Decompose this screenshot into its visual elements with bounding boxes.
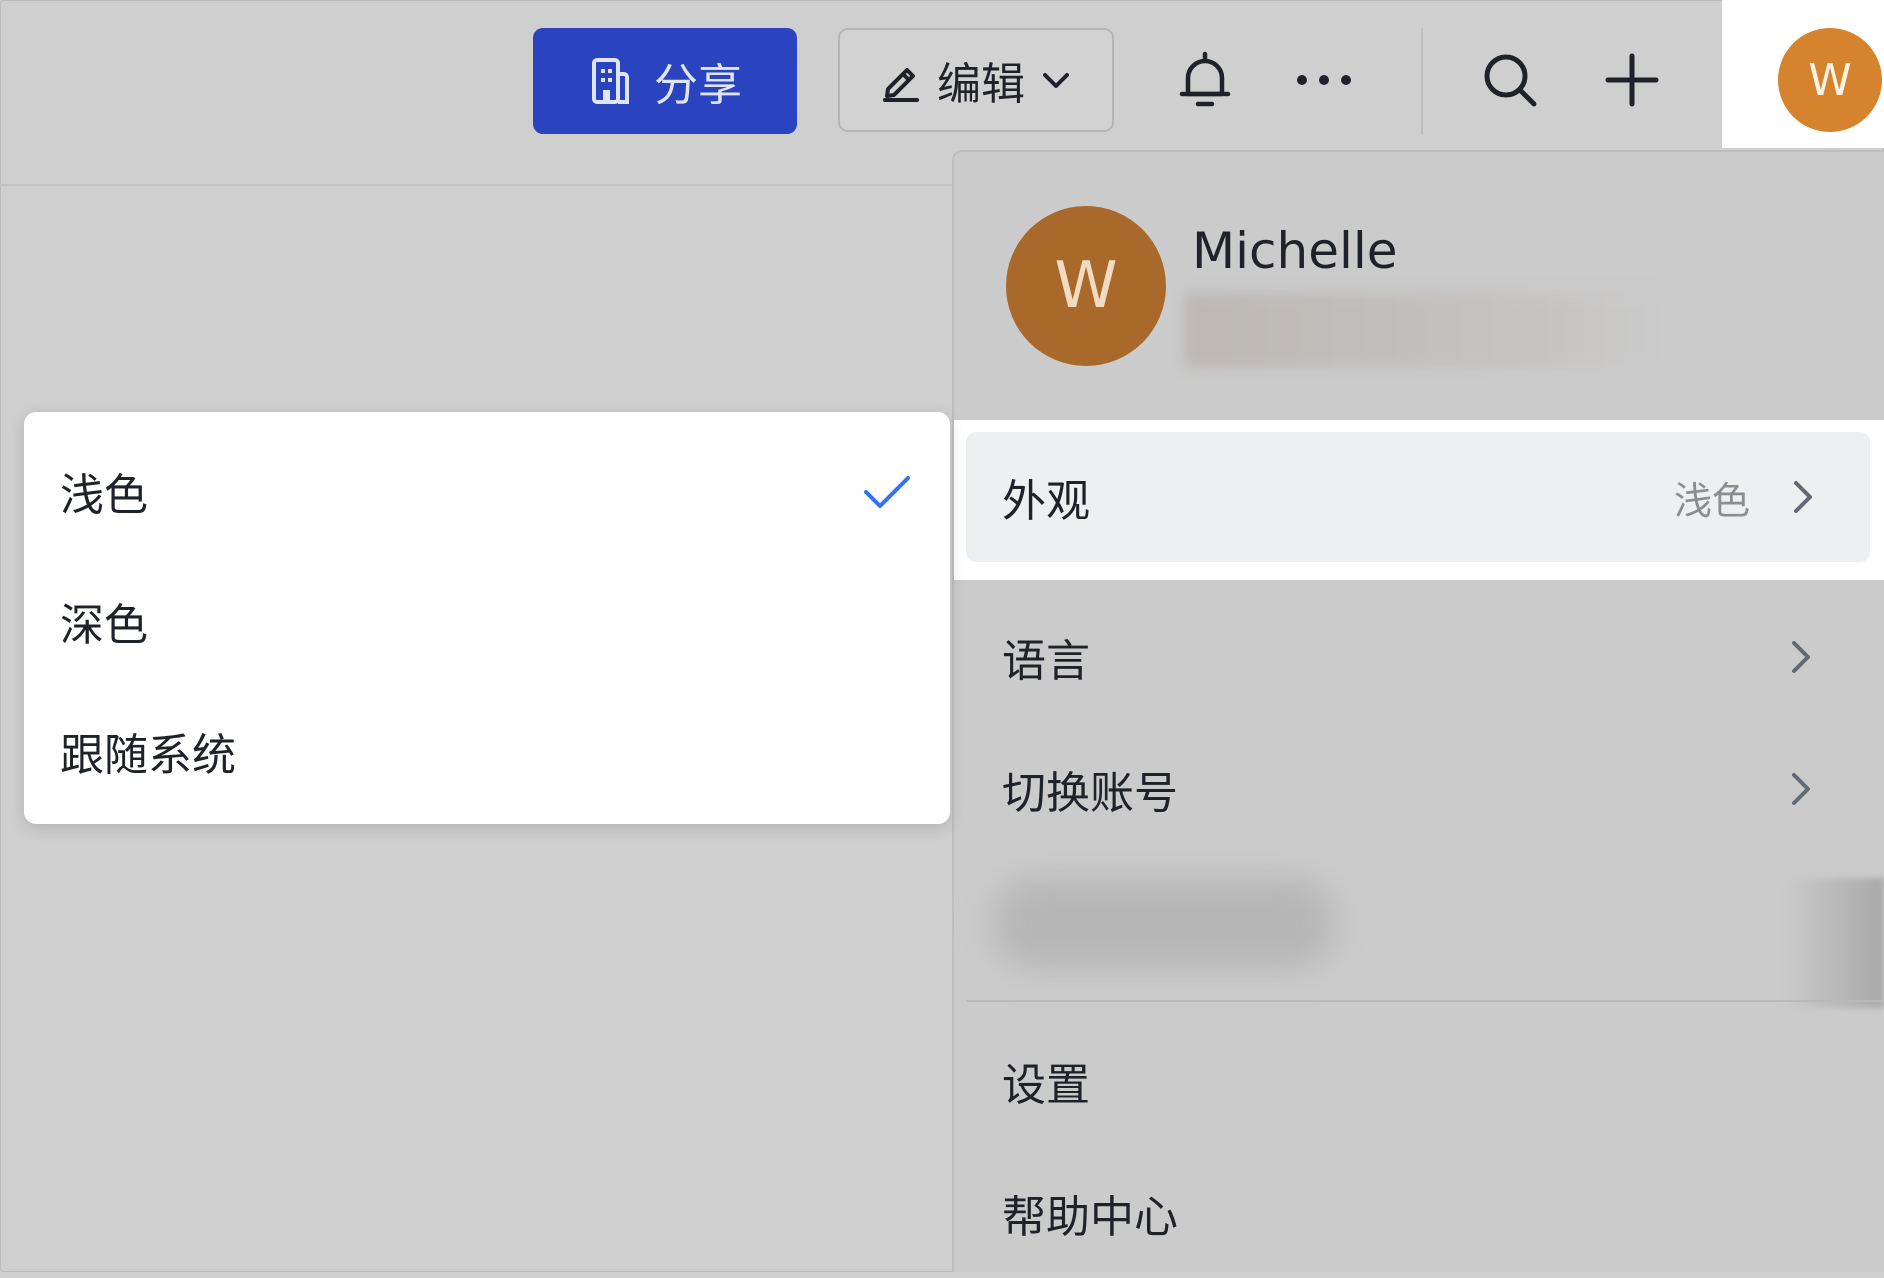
menu-item-settings[interactable]: 设置 — [954, 1016, 1884, 1146]
menu-item-help-center[interactable]: 帮助中心 — [954, 1148, 1884, 1278]
theme-option-label: 跟随系统 — [60, 730, 236, 781]
theme-option-light[interactable]: 浅色 — [60, 446, 910, 536]
user-menu-panel: W Michelle 外观 浅色 语言 切换账号 设置 帮助中心 — [952, 150, 1884, 1272]
share-button-label: 分享 — [654, 60, 742, 111]
menu-item-label: 设置 — [1002, 1060, 1090, 1111]
share-button[interactable]: 分享 — [533, 28, 797, 134]
check-icon — [864, 476, 910, 508]
theme-option-label: 深色 — [60, 600, 148, 651]
search-button[interactable] — [1470, 40, 1550, 120]
pencil-icon — [883, 68, 919, 102]
notification-button[interactable] — [1165, 40, 1245, 120]
more-button[interactable] — [1284, 40, 1364, 120]
chevron-down-icon — [1043, 73, 1069, 88]
search-icon — [1484, 54, 1537, 107]
avatar[interactable]: W — [1778, 28, 1882, 132]
profile-avatar: W — [1006, 206, 1166, 366]
menu-item-value: 浅色 — [1673, 478, 1750, 523]
toolbar-separator — [1421, 28, 1423, 134]
theme-option-label: 浅色 — [60, 470, 148, 521]
more-icon — [1297, 75, 1351, 85]
edit-button-label: 编辑 — [937, 59, 1025, 110]
appearance-submenu: 浅色 深色 跟随系统 — [24, 412, 950, 824]
menu-divider — [966, 1000, 1884, 1002]
redacted-user-info — [1184, 292, 1674, 368]
add-button[interactable] — [1592, 40, 1672, 120]
menu-item-switch-account[interactable]: 切换账号 — [954, 724, 1884, 854]
edit-button[interactable]: 编辑 — [838, 28, 1114, 132]
chevron-right-icon — [1794, 481, 1812, 513]
chevron-right-icon — [1792, 641, 1810, 673]
redacted-menu-item — [994, 878, 1334, 968]
menu-item-appearance[interactable]: 外观 浅色 — [966, 432, 1870, 562]
user-profile-header[interactable]: W Michelle — [954, 152, 1884, 422]
redacted-menu-edge — [1784, 878, 1884, 1008]
chevron-right-icon — [1792, 773, 1810, 805]
bell-icon — [1179, 51, 1231, 107]
theme-option-dark[interactable]: 深色 — [60, 576, 148, 666]
menu-item-label: 外观 — [1002, 476, 1090, 527]
menu-item-label: 切换账号 — [1002, 768, 1178, 819]
user-name: Michelle — [1192, 222, 1398, 280]
menu-item-label: 语言 — [1002, 636, 1090, 687]
building-icon — [592, 58, 629, 104]
menu-item-label: 帮助中心 — [1002, 1192, 1178, 1243]
theme-option-system[interactable]: 跟随系统 — [60, 706, 236, 796]
menu-item-language[interactable]: 语言 — [954, 592, 1884, 722]
toolbar-divider — [0, 184, 952, 186]
plus-icon — [1605, 53, 1659, 107]
